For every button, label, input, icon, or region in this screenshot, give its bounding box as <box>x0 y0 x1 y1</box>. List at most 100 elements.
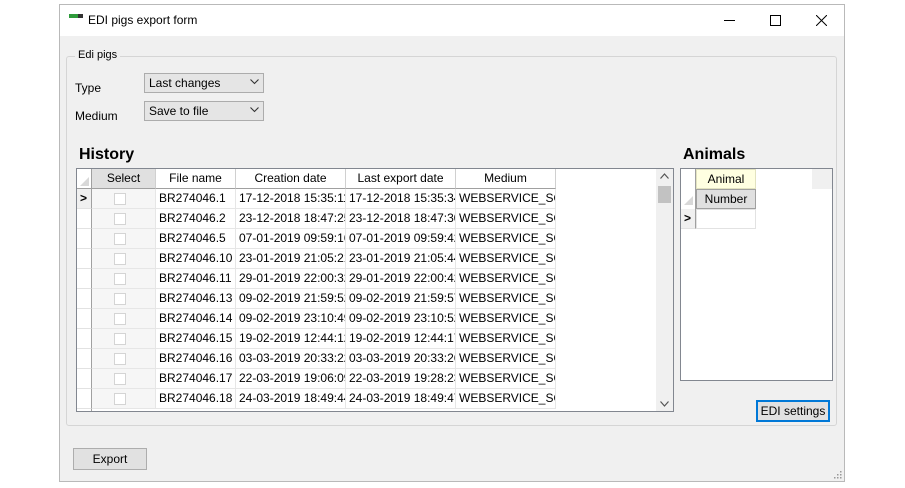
scroll-up-icon[interactable] <box>660 173 669 179</box>
select-checkbox[interactable] <box>114 313 126 325</box>
select-cell[interactable] <box>92 369 156 389</box>
select-cell[interactable] <box>92 249 156 269</box>
select-checkbox[interactable] <box>114 213 126 225</box>
select-cell[interactable] <box>92 189 156 209</box>
column-header-file-name[interactable]: File name <box>156 169 236 189</box>
medium-cell[interactable]: WEBSERVICE_SOAP <box>456 349 556 369</box>
medium-cell[interactable]: WEBSERVICE_SOAP <box>456 369 556 389</box>
medium-cell[interactable]: WEBSERVICE_SOAP <box>456 309 556 329</box>
title-bar[interactable]: EDI pigs export form <box>60 5 844 36</box>
minimize-button[interactable] <box>706 5 752 36</box>
select-checkbox[interactable] <box>114 273 126 285</box>
file-name-cell[interactable]: BR274046.17 <box>156 369 236 389</box>
type-dropdown[interactable]: Last changes <box>144 73 264 93</box>
medium-cell[interactable]: WEBSERVICE_SOAP <box>456 269 556 289</box>
file-name-cell[interactable]: BR274046.18 <box>156 389 236 409</box>
select-cell[interactable] <box>92 269 156 289</box>
medium-cell[interactable]: WEBSERVICE_SOAP <box>456 329 556 349</box>
column-header-medium[interactable]: Medium <box>456 169 556 189</box>
last-export-date-cell[interactable]: 24-03-2019 18:49:47 <box>346 389 456 409</box>
file-name-cell[interactable]: BR274046.5 <box>156 229 236 249</box>
animal-number-cell[interactable] <box>696 209 756 229</box>
select-cell[interactable] <box>92 229 156 249</box>
scroll-down-icon[interactable] <box>660 401 669 407</box>
select-cell[interactable] <box>92 389 156 409</box>
select-checkbox[interactable] <box>114 353 126 365</box>
vertical-scrollbar[interactable] <box>656 169 673 411</box>
row-header[interactable] <box>77 229 92 249</box>
animals-grid[interactable]: Animal Number > <box>680 168 833 381</box>
row-header[interactable] <box>77 389 92 409</box>
select-cell[interactable] <box>92 289 156 309</box>
creation-date-cell[interactable]: 03-03-2019 20:33:22 <box>236 349 346 369</box>
last-export-date-cell[interactable]: 19-02-2019 12:44:17 <box>346 329 456 349</box>
creation-date-cell[interactable]: 23-01-2019 21:05:21 <box>236 249 346 269</box>
scrollbar-thumb[interactable] <box>658 186 671 203</box>
history-grid[interactable]: Select File name Creation date Last expo… <box>76 168 674 412</box>
creation-date-cell[interactable]: 29-01-2019 22:00:32 <box>236 269 346 289</box>
medium-dropdown[interactable]: Save to file <box>144 101 264 121</box>
medium-cell[interactable]: WEBSERVICE_SOAP <box>456 209 556 229</box>
last-export-date-cell[interactable]: 09-02-2019 21:59:57 <box>346 289 456 309</box>
column-header-select[interactable]: Select <box>92 169 156 189</box>
animals-row-header[interactable]: > <box>681 209 696 229</box>
row-header[interactable] <box>77 369 92 389</box>
last-export-date-cell[interactable]: 17-12-2018 15:35:34 <box>346 189 456 209</box>
select-cell[interactable] <box>92 309 156 329</box>
row-header[interactable] <box>77 249 92 269</box>
medium-cell[interactable]: WEBSERVICE_SOAP <box>456 289 556 309</box>
row-header[interactable] <box>77 309 92 329</box>
select-checkbox[interactable] <box>114 393 126 405</box>
row-header[interactable]: > <box>77 189 92 209</box>
edi-settings-button[interactable]: EDI settings <box>756 400 830 422</box>
export-button[interactable]: Export <box>73 448 147 470</box>
close-button[interactable] <box>798 5 844 36</box>
select-checkbox[interactable] <box>114 293 126 305</box>
last-export-date-cell[interactable]: 03-03-2019 20:33:26 <box>346 349 456 369</box>
creation-date-cell[interactable]: 19-02-2019 12:44:12 <box>236 329 346 349</box>
row-header[interactable] <box>77 209 92 229</box>
select-checkbox[interactable] <box>114 193 126 205</box>
last-export-date-cell[interactable]: 22-03-2019 19:28:23 <box>346 369 456 389</box>
select-cell[interactable] <box>92 349 156 369</box>
creation-date-cell[interactable]: 09-02-2019 21:59:52 <box>236 289 346 309</box>
last-export-date-cell[interactable]: 23-12-2018 18:47:30 <box>346 209 456 229</box>
column-header-last-export-date[interactable]: Last export date <box>346 169 456 189</box>
last-export-date-cell[interactable]: 09-02-2019 23:10:52 <box>346 309 456 329</box>
column-header-creation-date[interactable]: Creation date <box>236 169 346 189</box>
medium-cell[interactable]: WEBSERVICE_SOAP <box>456 189 556 209</box>
select-checkbox[interactable] <box>114 373 126 385</box>
select-checkbox[interactable] <box>114 253 126 265</box>
file-name-cell[interactable]: BR274046.11 <box>156 269 236 289</box>
select-checkbox[interactable] <box>114 333 126 345</box>
row-header[interactable] <box>77 409 92 411</box>
row-header[interactable] <box>77 349 92 369</box>
select-cell[interactable] <box>92 209 156 229</box>
medium-cell[interactable]: WEBSERVICE_SOAP <box>456 249 556 269</box>
file-name-cell[interactable]: BR274046.14 <box>156 309 236 329</box>
file-name-cell[interactable]: BR274046.1 <box>156 189 236 209</box>
file-name-cell[interactable]: BR274046.13 <box>156 289 236 309</box>
select-cell[interactable] <box>92 329 156 349</box>
resize-grip-icon[interactable] <box>832 469 842 479</box>
animals-corner[interactable] <box>681 169 696 209</box>
last-export-date-cell[interactable]: 23-01-2019 21:05:44 <box>346 249 456 269</box>
medium-cell[interactable]: WEBSERVICE_SOAP <box>456 229 556 249</box>
row-header[interactable] <box>77 269 92 289</box>
creation-date-cell[interactable]: 09-02-2019 23:10:49 <box>236 309 346 329</box>
file-name-cell[interactable]: BR274046.15 <box>156 329 236 349</box>
row-header[interactable] <box>77 289 92 309</box>
file-name-cell[interactable]: BR274046.10 <box>156 249 236 269</box>
file-name-cell[interactable]: BR274046.16 <box>156 349 236 369</box>
medium-cell[interactable]: WEBSERVICE_SOAP <box>456 389 556 409</box>
creation-date-cell[interactable]: 17-12-2018 15:35:11 <box>236 189 346 209</box>
creation-date-cell[interactable]: 07-01-2019 09:59:16 <box>236 229 346 249</box>
last-export-date-cell[interactable]: 29-01-2019 22:00:42 <box>346 269 456 289</box>
select-all-corner[interactable] <box>77 169 92 189</box>
creation-date-cell[interactable]: 23-12-2018 18:47:25 <box>236 209 346 229</box>
column-header-number[interactable]: Number <box>696 189 756 209</box>
select-checkbox[interactable] <box>114 233 126 245</box>
creation-date-cell[interactable]: 22-03-2019 19:06:09 <box>236 369 346 389</box>
maximize-button[interactable] <box>752 5 798 36</box>
creation-date-cell[interactable]: 24-03-2019 18:49:44 <box>236 389 346 409</box>
